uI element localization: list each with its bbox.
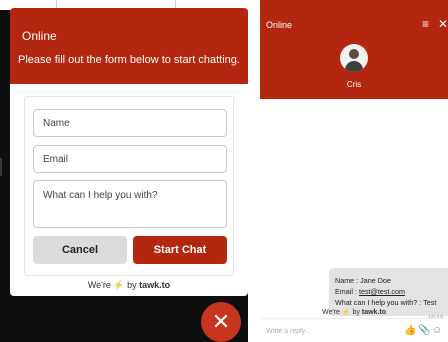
email-link[interactable]: test@test.com [359, 287, 405, 296]
powered-by-word: by [352, 309, 360, 316]
status-label: Online [266, 20, 293, 30]
powered-by[interactable]: We're ⚡ by tawk.to [260, 308, 448, 316]
widget-header: Online Please fill out the form below to… [10, 8, 248, 84]
message-input[interactable]: What can I help you with? [33, 180, 227, 228]
powered-prefix: We're [87, 280, 111, 290]
prechat-form: Name Email What can I help you with? Can… [24, 96, 234, 276]
close-icon[interactable]: ✕ [438, 17, 448, 31]
emoji-icon[interactable]: ☺ [432, 325, 442, 336]
reply-placeholder: Write a reply... [266, 328, 311, 335]
chat-header: Online ≡ ✕ Cris [260, 0, 448, 99]
status-label: Online [22, 29, 57, 43]
message-placeholder: What can I help you with? [43, 190, 158, 201]
menu-icon[interactable]: ≡ [422, 17, 429, 31]
email-label: Email : [335, 287, 359, 296]
message-line-email: Email : test@test.com [335, 286, 442, 297]
name-placeholder: Name [43, 118, 70, 129]
brand-name: tawk.to [361, 309, 387, 316]
thumbs-up-icon[interactable]: 👍 [404, 325, 416, 336]
cancel-button[interactable]: Cancel [33, 236, 127, 264]
prechat-widget: Online Please fill out the form below to… [10, 8, 248, 296]
start-chat-button[interactable]: Start Chat [133, 236, 227, 264]
form-instructions: Please fill out the form below to start … [18, 54, 240, 66]
avatar-body [345, 61, 363, 72]
message-line-name: Name : Jane Doe [335, 276, 391, 285]
close-icon: ✕ [211, 309, 231, 334]
agent-name: Cris [346, 80, 362, 89]
bolt-icon: ⚡ [113, 280, 125, 290]
prechat-window: Online Please fill out the form below to… [0, 0, 248, 342]
powered-by[interactable]: We're ⚡ by tawk.to [10, 280, 248, 291]
message-line-question: What can I help you with? : Test [335, 298, 437, 307]
avatar-head [349, 49, 359, 59]
powered-by-word: by [127, 280, 137, 290]
email-placeholder: Email [43, 154, 69, 165]
agent-avatar [340, 44, 368, 72]
bolt-icon: ⚡ [341, 309, 351, 316]
powered-prefix: We're [321, 309, 340, 316]
brand-name: tawk.to [139, 280, 171, 290]
reply-composer[interactable]: Write a reply... 👍 📎 ☺ [260, 318, 448, 342]
name-input[interactable]: Name [33, 109, 227, 137]
paperclip-icon[interactable]: 📎 [418, 325, 430, 336]
close-widget-button[interactable]: ✕ [201, 302, 241, 342]
chat-window: Online ≡ ✕ Cris Name : Jane Doe Email : … [260, 0, 448, 342]
email-input[interactable]: Email [33, 145, 227, 173]
page-edge-mark [0, 158, 2, 176]
